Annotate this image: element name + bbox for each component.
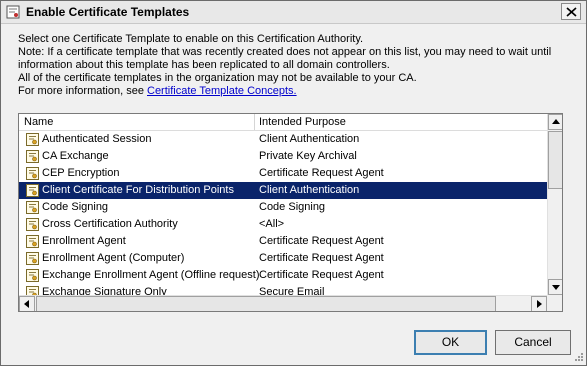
arrow-up-icon [552, 119, 560, 124]
row-name: CA Exchange [42, 150, 109, 162]
list-row[interactable]: Authenticated Session Client Authenticati… [19, 131, 547, 148]
vertical-scrollbar[interactable] [547, 114, 562, 295]
intro-line-5: For more information, see Certificate Te… [18, 85, 578, 98]
row-intended-purpose: Client Authentication [259, 184, 360, 196]
row-name: Enrollment Agent (Computer) [42, 252, 185, 264]
cancel-button[interactable]: Cancel [495, 330, 571, 355]
row-intended-purpose: Certificate Request Agent [259, 252, 384, 264]
vertical-scroll-thumb[interactable] [548, 131, 562, 189]
instructions-text: Select one Certificate Template to enabl… [18, 33, 578, 98]
row-name: Code Signing [42, 201, 109, 213]
certificate-template-icon [26, 201, 39, 214]
scroll-left-button[interactable] [19, 296, 35, 311]
arrow-down-icon [552, 285, 560, 290]
intro-line-2: Note: If a certificate template that was… [18, 46, 552, 58]
list-row[interactable]: Enrollment Agent (Computer) Certificate R… [19, 250, 547, 267]
list-row[interactable]: Client Certificate For Distribution Poin… [19, 182, 547, 199]
row-name: Authenticated Session [42, 133, 152, 145]
list-header: Name Intended Purpose [19, 114, 547, 131]
close-button[interactable] [561, 3, 581, 20]
dialog-title: Enable Certificate Templates [26, 5, 190, 19]
certificate-template-icon [26, 269, 39, 282]
arrow-left-icon [24, 300, 29, 308]
row-name: Exchange Enrollment Agent (Offline reque… [42, 269, 260, 281]
certificate-template-icon [26, 133, 39, 146]
row-intended-purpose: Certificate Request Agent [259, 269, 384, 281]
list-row[interactable]: CEP Encryption Certificate Request Agent [19, 165, 547, 182]
row-intended-purpose: Private Key Archival [259, 150, 357, 162]
scroll-down-button[interactable] [548, 279, 562, 295]
resize-grip-icon[interactable] [573, 351, 584, 362]
row-intended-purpose: Certificate Request Agent [259, 167, 384, 179]
row-name: Cross Certification Authority [42, 218, 178, 230]
certificate-template-concepts-link[interactable]: Certificate Template Concepts. [147, 85, 297, 97]
intro-line-1: Select one Certificate Template to enabl… [18, 33, 364, 45]
row-name: Client Certificate For Distribution Poin… [42, 184, 234, 196]
row-intended-purpose: Certificate Request Agent [259, 235, 384, 247]
row-intended-purpose: Code Signing [259, 201, 326, 213]
scrollbar-corner [547, 295, 562, 311]
arrow-right-icon [537, 300, 542, 308]
certificate-templates-list[interactable]: Name Intended Purpose Authenticated Sess… [18, 113, 563, 312]
list-row[interactable]: Cross Certification Authority <All> [19, 216, 547, 233]
certificate-template-icon [26, 167, 39, 180]
column-header-intended-purpose[interactable]: Intended Purpose [255, 114, 547, 130]
title-bar[interactable]: Enable Certificate Templates [1, 1, 586, 24]
horizontal-scrollbar[interactable] [19, 295, 547, 311]
close-icon [566, 7, 577, 17]
certificate-template-icon [26, 150, 39, 163]
list-row[interactable]: Exchange Enrollment Agent (Offline reque… [19, 267, 547, 284]
horizontal-scroll-thumb[interactable] [36, 296, 496, 311]
list-row[interactable]: Enrollment Agent Certificate Request Agen… [19, 233, 547, 250]
dialog-window: Enable Certificate Templates Select one … [0, 0, 587, 366]
row-name: CEP Encryption [42, 167, 120, 179]
row-name: Enrollment Agent [42, 235, 126, 247]
row-intended-purpose: Client Authentication [259, 133, 360, 145]
column-header-name[interactable]: Name [19, 114, 255, 130]
row-intended-purpose: <All> [259, 218, 285, 230]
list-row[interactable]: CA Exchange Private Key Archival [19, 148, 547, 165]
intro-line-3: information about this template has been… [18, 59, 390, 71]
scroll-right-button[interactable] [531, 296, 547, 311]
certificate-template-icon [26, 184, 39, 197]
intro-line-5-prefix: For more information, see [18, 85, 147, 97]
list-row[interactable]: Code Signing Code Signing [19, 199, 547, 216]
ok-button[interactable]: OK [414, 330, 487, 355]
certificate-templates-icon [6, 5, 20, 19]
scroll-up-button[interactable] [548, 114, 562, 130]
certificate-template-icon [26, 235, 39, 248]
certificate-template-icon [26, 218, 39, 231]
certificate-template-icon [26, 252, 39, 265]
intro-line-4: All of the certificate templates in the … [18, 72, 417, 84]
